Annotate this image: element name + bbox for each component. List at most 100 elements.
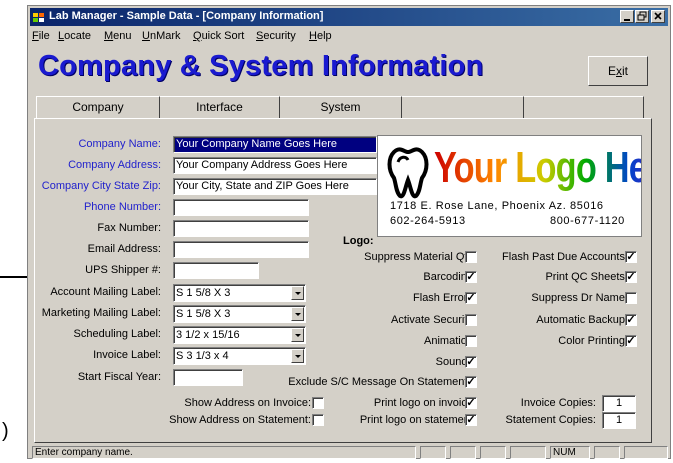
phone-number-field[interactable] bbox=[173, 199, 309, 216]
invoice-copies-field[interactable]: 1 bbox=[602, 395, 636, 412]
automatic-backup-label: Automatic Backup: bbox=[536, 314, 628, 326]
marketing-mailing-label-select[interactable]: S 1 5/8 X 3 bbox=[173, 305, 306, 323]
chevron-down-icon[interactable] bbox=[291, 349, 304, 363]
invoice-label-label: Invoice Label: bbox=[93, 349, 161, 361]
tab-interface[interactable]: Interface bbox=[160, 96, 280, 118]
restore-icon bbox=[637, 11, 647, 21]
status-panel-4 bbox=[510, 446, 546, 459]
automatic-backup-checkbox[interactable]: ✓ bbox=[625, 314, 637, 326]
annotation-stray-text: ) bbox=[2, 420, 9, 442]
status-panel-3 bbox=[480, 446, 506, 459]
status-num: NUM bbox=[550, 446, 590, 459]
print-qc-sheets-checkbox[interactable]: ✓ bbox=[625, 271, 637, 283]
menu-menu[interactable]: Menu bbox=[104, 30, 132, 42]
tab-empty-2[interactable] bbox=[524, 96, 644, 118]
menu-unmark[interactable]: UnMark bbox=[142, 30, 181, 42]
menu-bar: File Locate Menu UnMark Quick Sort Secur… bbox=[30, 28, 668, 45]
tab-company[interactable]: Company bbox=[36, 96, 160, 118]
status-panel-2 bbox=[450, 446, 476, 459]
activate-security-label: Activate Security: bbox=[391, 314, 476, 326]
marketing-mailing-label-label: Marketing Mailing Label: bbox=[41, 307, 161, 319]
chevron-down-icon[interactable] bbox=[291, 328, 304, 342]
status-message: Enter company name. bbox=[32, 446, 416, 459]
logo-headline: Your Logo Here bbox=[434, 144, 641, 192]
print-qc-sheets-label: Print QC Sheets: bbox=[545, 271, 628, 283]
flash-past-due-checkbox[interactable]: ✓ bbox=[625, 251, 637, 263]
menu-help[interactable]: Help bbox=[309, 30, 332, 42]
title-bar[interactable]: Lab Manager - Sample Data - [Company Inf… bbox=[30, 8, 668, 26]
statement-copies-field[interactable]: 1 bbox=[602, 412, 636, 429]
invoice-copies-label: Invoice Copies: bbox=[520, 397, 596, 409]
menu-file[interactable]: File bbox=[32, 30, 50, 42]
close-icon bbox=[654, 12, 662, 20]
exit-button[interactable]: Exit bbox=[588, 56, 648, 86]
flash-errors-checkbox[interactable]: ✓ bbox=[465, 292, 477, 304]
minimize-icon bbox=[624, 19, 630, 21]
company-logo-image[interactable]: Your Logo Here 1718 E. Rose Lane, Phoeni… bbox=[377, 135, 642, 237]
company-address-field[interactable]: Your Company Address Goes Here bbox=[173, 157, 377, 174]
invoice-label-select[interactable]: S 3 1/3 x 4 bbox=[173, 347, 306, 365]
ups-shipper-label: UPS Shipper #: bbox=[85, 264, 161, 276]
print-logo-invoice-label: Print logo on invoice: bbox=[373, 397, 476, 409]
app-window: Lab Manager - Sample Data - [Company Inf… bbox=[27, 5, 671, 459]
phone-number-label: Phone Number: bbox=[83, 201, 161, 213]
menu-security[interactable]: Security bbox=[256, 30, 296, 42]
close-button[interactable] bbox=[651, 10, 665, 23]
chevron-down-icon[interactable] bbox=[291, 307, 304, 321]
print-logo-invoice-checkbox[interactable]: ✓ bbox=[465, 397, 477, 409]
tab-empty-1[interactable] bbox=[402, 96, 524, 118]
logo-phone-2: 800-677-1120 bbox=[550, 215, 625, 227]
show-address-statement-checkbox[interactable] bbox=[312, 414, 324, 426]
sounds-checkbox[interactable]: ✓ bbox=[465, 356, 477, 368]
email-address-field[interactable] bbox=[173, 241, 309, 258]
activate-security-checkbox[interactable] bbox=[465, 314, 477, 326]
suppress-material-qty-checkbox[interactable] bbox=[465, 251, 477, 263]
statement-copies-label: Statement Copies: bbox=[505, 414, 597, 426]
logo-address: 1718 E. Rose Lane, Phoenix Az. 85016 bbox=[390, 200, 604, 212]
account-mailing-label-label: Account Mailing Label: bbox=[50, 286, 161, 298]
start-fiscal-year-field[interactable] bbox=[173, 369, 243, 386]
show-address-invoice-checkbox[interactable] bbox=[312, 397, 324, 409]
chevron-down-icon[interactable] bbox=[291, 286, 304, 300]
show-address-invoice-label: Show Address on Invoice: bbox=[184, 397, 311, 409]
company-city-label: Company City State Zip: bbox=[41, 180, 161, 192]
color-printing-label: Color Printing: bbox=[558, 335, 628, 347]
page-title: Company & System Information bbox=[38, 50, 484, 82]
company-city-field[interactable]: Your City, State and ZIP Goes Here bbox=[173, 178, 377, 195]
minimize-button[interactable] bbox=[620, 10, 634, 23]
company-address-label: Company Address: bbox=[68, 159, 161, 171]
tooth-logo-icon bbox=[387, 147, 429, 199]
flash-past-due-label: Flash Past Due Accounts: bbox=[502, 251, 628, 263]
menu-quick-sort[interactable]: Quick Sort bbox=[193, 30, 244, 42]
account-mailing-label-select[interactable]: S 1 5/8 X 3 bbox=[173, 284, 306, 302]
exclude-sc-message-checkbox[interactable]: ✓ bbox=[465, 376, 477, 388]
fax-number-label: Fax Number: bbox=[97, 222, 161, 234]
email-address-label: Email Address: bbox=[87, 243, 161, 255]
status-panel-6 bbox=[594, 446, 620, 459]
status-panel-1 bbox=[420, 446, 446, 459]
status-bar: Enter company name. NUM bbox=[30, 446, 668, 459]
exclude-sc-message-label: Exclude S/C Message On Statements: bbox=[288, 376, 476, 388]
print-logo-statement-checkbox[interactable]: ✓ bbox=[465, 414, 477, 426]
barcoding-checkbox[interactable]: ✓ bbox=[465, 271, 477, 283]
color-printing-checkbox[interactable]: ✓ bbox=[625, 335, 637, 347]
company-name-field[interactable]: Your Company Name Goes Here bbox=[173, 136, 377, 153]
logo-label: Logo: bbox=[343, 235, 374, 247]
animation-checkbox[interactable] bbox=[465, 335, 477, 347]
suppress-dr-name-checkbox[interactable] bbox=[625, 292, 637, 304]
restore-button[interactable] bbox=[635, 10, 649, 23]
menu-locate[interactable]: Locate bbox=[58, 30, 91, 42]
fax-number-field[interactable] bbox=[173, 220, 309, 237]
window-title: Lab Manager - Sample Data - [Company Inf… bbox=[49, 10, 324, 22]
ups-shipper-field[interactable] bbox=[173, 262, 259, 279]
app-icon bbox=[33, 13, 44, 22]
suppress-material-qty-label: Suppress Material Qty: bbox=[364, 251, 476, 263]
company-name-label: Company Name: bbox=[78, 138, 161, 150]
scheduling-label-select[interactable]: 3 1/2 x 15/16 bbox=[173, 326, 306, 344]
logo-phone-1: 602-264-5913 bbox=[390, 215, 466, 227]
tab-system[interactable]: System bbox=[280, 96, 402, 118]
status-panel-7 bbox=[624, 446, 668, 459]
print-logo-statement-label: Print logo on statement: bbox=[359, 414, 476, 426]
show-address-statement-label: Show Address on Statement: bbox=[169, 414, 311, 426]
scheduling-label-label: Scheduling Label: bbox=[73, 328, 161, 340]
